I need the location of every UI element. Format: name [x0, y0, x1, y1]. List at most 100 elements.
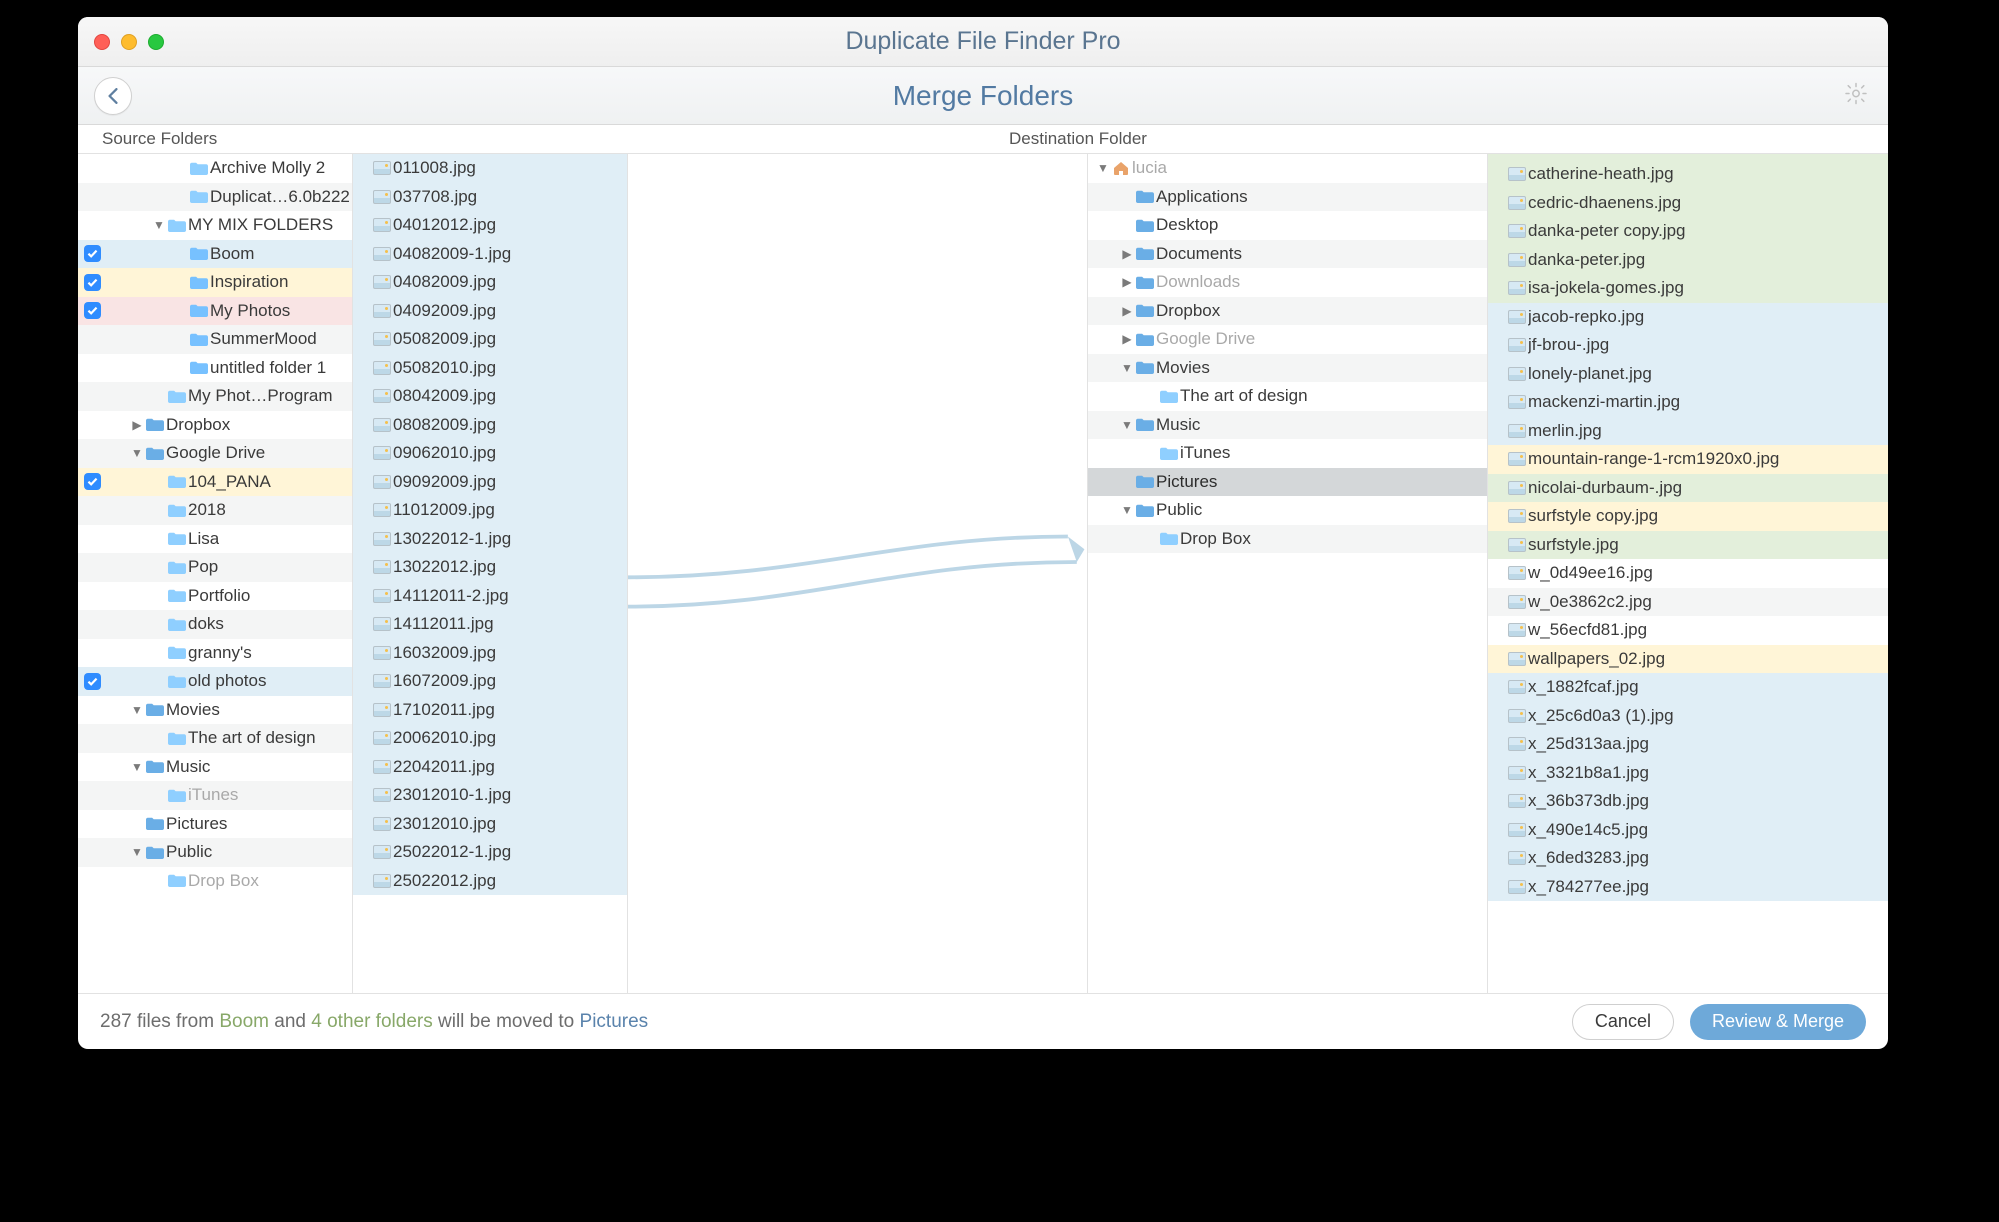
destination-file-item[interactable]: jacob-repko.jpg — [1488, 303, 1888, 332]
source-tree-item[interactable]: 104_PANA — [78, 468, 352, 497]
destination-file-list[interactable]: catherine-heath.jpgcedric-dhaenens.jpgda… — [1488, 154, 1888, 993]
source-tree-item[interactable]: Duplicat…6.0b222 — [78, 183, 352, 212]
destination-file-item[interactable]: wallpapers_02.jpg — [1488, 645, 1888, 674]
source-tree-item[interactable]: Archive Molly 2 — [78, 154, 352, 183]
source-file-item[interactable]: 22042011.jpg — [353, 753, 627, 782]
destination-tree-item[interactable]: Applications — [1088, 183, 1487, 212]
source-tree-item[interactable]: ▼MY MIX FOLDERS — [78, 211, 352, 240]
destination-file-item[interactable]: mountain-range-1-rcm1920x0.jpg — [1488, 445, 1888, 474]
disclosure-triangle-icon[interactable]: ▶ — [1120, 304, 1134, 318]
source-tree-item[interactable]: My Phot…Program — [78, 382, 352, 411]
destination-tree-item[interactable]: ▶Documents — [1088, 240, 1487, 269]
cancel-button[interactable]: Cancel — [1572, 1004, 1674, 1040]
destination-tree-item[interactable]: ▶Dropbox — [1088, 297, 1487, 326]
source-file-item[interactable]: 11012009.jpg — [353, 496, 627, 525]
source-file-item[interactable]: 08082009.jpg — [353, 411, 627, 440]
disclosure-triangle-icon[interactable]: ▼ — [130, 703, 144, 717]
disclosure-triangle-icon[interactable]: ▼ — [152, 218, 166, 232]
checkbox-icon[interactable] — [84, 274, 101, 291]
source-file-item[interactable]: 05082009.jpg — [353, 325, 627, 354]
source-file-item[interactable]: 011008.jpg — [353, 154, 627, 183]
checkbox-icon[interactable] — [84, 245, 101, 262]
source-file-list[interactable]: 011008.jpg037708.jpg04012012.jpg04082009… — [353, 154, 628, 993]
destination-file-item[interactable]: lonely-planet.jpg — [1488, 360, 1888, 389]
settings-button[interactable] — [1844, 81, 1868, 110]
source-file-item[interactable]: 04082009-1.jpg — [353, 240, 627, 269]
source-tree-item[interactable]: granny's — [78, 639, 352, 668]
source-file-item[interactable]: 037708.jpg — [353, 183, 627, 212]
source-tree-item[interactable]: The art of design — [78, 724, 352, 753]
checkbox-icon[interactable] — [84, 673, 101, 690]
destination-tree-item[interactable]: iTunes — [1088, 439, 1487, 468]
source-tree-item[interactable]: ▼Music — [78, 753, 352, 782]
disclosure-triangle-icon[interactable]: ▶ — [1120, 247, 1134, 261]
destination-file-item[interactable]: catherine-heath.jpg — [1488, 160, 1888, 189]
source-file-item[interactable]: 20062010.jpg — [353, 724, 627, 753]
destination-tree-item[interactable]: Pictures — [1088, 468, 1487, 497]
source-tree-item[interactable]: Pop — [78, 553, 352, 582]
destination-file-item[interactable]: w_56ecfd81.jpg — [1488, 616, 1888, 645]
source-file-item[interactable]: 09092009.jpg — [353, 468, 627, 497]
destination-file-item[interactable]: nicolai-durbaum-.jpg — [1488, 474, 1888, 503]
destination-tree-item[interactable]: ▼Public — [1088, 496, 1487, 525]
source-file-item[interactable]: 14112011-2.jpg — [353, 582, 627, 611]
review-merge-button[interactable]: Review & Merge — [1690, 1004, 1866, 1040]
zoom-window-button[interactable] — [148, 34, 164, 50]
source-tree-item[interactable]: Lisa — [78, 525, 352, 554]
destination-file-item[interactable]: x_25d313aa.jpg — [1488, 730, 1888, 759]
source-file-item[interactable]: 09062010.jpg — [353, 439, 627, 468]
destination-file-item[interactable]: isa-jokela-gomes.jpg — [1488, 274, 1888, 303]
disclosure-triangle-icon[interactable]: ▶ — [1120, 332, 1134, 346]
source-tree-item[interactable]: ▼Public — [78, 838, 352, 867]
source-tree-item[interactable]: Portfolio — [78, 582, 352, 611]
disclosure-triangle-icon[interactable]: ▼ — [1096, 161, 1110, 175]
source-file-item[interactable]: 25022012.jpg — [353, 867, 627, 896]
source-file-item[interactable]: 23012010.jpg — [353, 810, 627, 839]
destination-tree-item[interactable]: Desktop — [1088, 211, 1487, 240]
source-file-item[interactable]: 16032009.jpg — [353, 639, 627, 668]
source-tree-item[interactable]: Boom — [78, 240, 352, 269]
source-file-item[interactable]: 17102011.jpg — [353, 696, 627, 725]
destination-tree-item[interactable]: ▼Music — [1088, 411, 1487, 440]
source-file-item[interactable]: 04082009.jpg — [353, 268, 627, 297]
source-file-item[interactable]: 25022012-1.jpg — [353, 838, 627, 867]
destination-file-item[interactable]: x_784277ee.jpg — [1488, 873, 1888, 902]
destination-file-item[interactable]: surfstyle copy.jpg — [1488, 502, 1888, 531]
source-file-item[interactable]: 13022012.jpg — [353, 553, 627, 582]
destination-file-item[interactable]: jf-brou-.jpg — [1488, 331, 1888, 360]
disclosure-triangle-icon[interactable]: ▶ — [1120, 275, 1134, 289]
destination-file-item[interactable]: surfstyle.jpg — [1488, 531, 1888, 560]
source-tree-item[interactable]: Inspiration — [78, 268, 352, 297]
source-tree-item[interactable]: doks — [78, 610, 352, 639]
source-file-item[interactable]: 08042009.jpg — [353, 382, 627, 411]
source-file-item[interactable]: 23012010-1.jpg — [353, 781, 627, 810]
source-file-item[interactable]: 05082010.jpg — [353, 354, 627, 383]
destination-file-item[interactable]: x_3321b8a1.jpg — [1488, 759, 1888, 788]
destination-tree-item[interactable]: ▶Google Drive — [1088, 325, 1487, 354]
source-tree-item[interactable]: untitled folder 1 — [78, 354, 352, 383]
disclosure-triangle-icon[interactable]: ▼ — [130, 845, 144, 859]
destination-file-item[interactable]: danka-peter copy.jpg — [1488, 217, 1888, 246]
disclosure-triangle-icon[interactable]: ▼ — [1120, 503, 1134, 517]
destination-tree[interactable]: ▼luciaApplicationsDesktop▶Documents▶Down… — [1088, 154, 1488, 993]
source-tree-item[interactable]: old photos — [78, 667, 352, 696]
destination-file-item[interactable]: cedric-dhaenens.jpg — [1488, 189, 1888, 218]
close-window-button[interactable] — [94, 34, 110, 50]
destination-tree-item[interactable]: ▶Downloads — [1088, 268, 1487, 297]
source-file-item[interactable]: 13022012-1.jpg — [353, 525, 627, 554]
destination-file-item[interactable]: x_1882fcaf.jpg — [1488, 673, 1888, 702]
checkbox-icon[interactable] — [84, 473, 101, 490]
destination-file-item[interactable]: mackenzi-martin.jpg — [1488, 388, 1888, 417]
checkbox-icon[interactable] — [84, 302, 101, 319]
source-tree-item[interactable]: ▶Dropbox — [78, 411, 352, 440]
source-tree-item[interactable]: ▼Google Drive — [78, 439, 352, 468]
disclosure-triangle-icon[interactable]: ▼ — [1120, 361, 1134, 375]
destination-file-item[interactable]: x_25c6d0a3 (1).jpg — [1488, 702, 1888, 731]
destination-file-item[interactable]: x_490e14c5.jpg — [1488, 816, 1888, 845]
destination-file-item[interactable]: x_6ded3283.jpg — [1488, 844, 1888, 873]
back-button[interactable] — [94, 77, 132, 115]
source-tree-item[interactable]: Drop Box — [78, 867, 352, 896]
disclosure-triangle-icon[interactable]: ▶ — [130, 418, 144, 432]
destination-tree-item[interactable]: ▼lucia — [1088, 154, 1487, 183]
source-tree-item[interactable]: ▼Movies — [78, 696, 352, 725]
